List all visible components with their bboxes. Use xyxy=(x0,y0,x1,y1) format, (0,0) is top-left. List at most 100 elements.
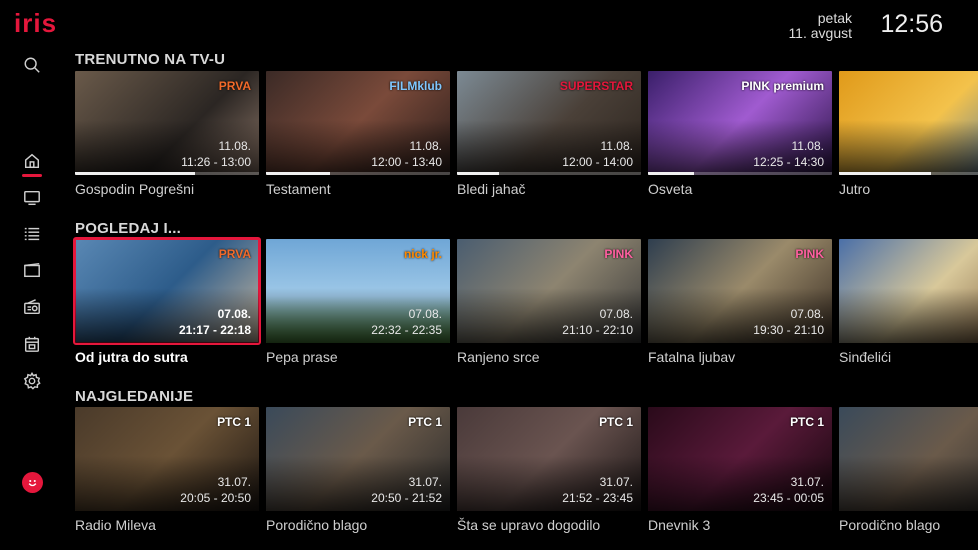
program-thumbnail: РТС 1 31.07. 21:52 - 23:45 xyxy=(457,407,641,511)
clock: 12:56 xyxy=(880,10,943,38)
channel-logo: РТС 1 xyxy=(408,415,442,429)
program-thumbnail: РТС 153 xyxy=(839,407,978,511)
progress-fill xyxy=(648,172,694,175)
program-title: Gospodin Pogrešni xyxy=(75,181,195,197)
program-title: Porodično blago xyxy=(839,517,941,533)
radio-icon[interactable] xyxy=(22,297,42,317)
program-thumbnail: РТС 1 31.07. 20:50 - 21:52 xyxy=(266,407,450,511)
program-card[interactable]: PRVA 07.08. 21:17 - 22:18 Od jutra do sutra xyxy=(73,237,261,365)
program-card[interactable]: РТС 1 31.07. 20:05 - 20:50 Radio Mileva xyxy=(75,407,259,533)
program-title: Šta se upravo dogodilo xyxy=(457,517,601,533)
channel-logo: PINK xyxy=(604,247,633,261)
program-title: Bledi jahač xyxy=(457,181,526,197)
program-thumbnail: РТС 1 31.07. 20:05 - 20:50 xyxy=(75,407,259,511)
program-thumbnail: FILMklub 11.08. 12:00 - 13:40 xyxy=(266,71,450,175)
program-time: 11:26 - 13:00 xyxy=(181,155,251,169)
program-title: Od jutra do sutra xyxy=(75,349,188,365)
progress-fill xyxy=(75,172,195,175)
program-card[interactable]: РТС 1 31.07. 20:50 - 21:52 Porodično blago xyxy=(266,407,450,533)
progress-fill xyxy=(266,172,331,175)
thumbnail-shade xyxy=(839,120,978,175)
program-date: 31.07. xyxy=(599,475,633,489)
program-card[interactable]: PINK premium 11.08. 12:25 - 14:30 Osveta xyxy=(648,71,832,197)
program-thumbnail: PINK12:00 xyxy=(839,71,978,175)
program-title: Sinđelići xyxy=(839,349,892,365)
channel-logo: РТС 1 xyxy=(217,415,251,429)
program-time: 23:45 - 00:05 xyxy=(753,491,824,505)
program-card[interactable]: PINK 07.08. 19:30 - 21:10 Fatalna ljubav xyxy=(648,239,832,365)
row-now-on-tv: PRVA 11.08. 11:26 - 13:00 Gospodin Pogrešni… xyxy=(75,71,978,211)
program-title: Ranjeno srce xyxy=(457,349,540,365)
date-display: petak 11. avgust xyxy=(788,11,852,41)
program-time: 20:05 - 20:50 xyxy=(180,491,251,505)
channel-logo: SUPERSTAR xyxy=(559,79,633,93)
calendar-icon[interactable] xyxy=(22,334,42,354)
program-date: 11.08. xyxy=(791,139,824,153)
program-card[interactable]: SUPERSTAR 11.08. 12:00 - 14:00 Bledi jahač xyxy=(457,71,641,197)
active-nav-indicator xyxy=(22,174,42,177)
program-title: Pepa prase xyxy=(266,349,338,365)
smiley-icon xyxy=(28,479,37,487)
program-thumbnail: PINK 07.08. 19:30 - 21:10 xyxy=(648,239,832,343)
program-card[interactable]: nick jr. 07.08. 22:32 - 22:35 Pepa prase xyxy=(266,239,450,365)
program-title: Testament xyxy=(266,181,331,197)
progress-bar xyxy=(457,172,641,175)
thumbnail-shade xyxy=(839,288,978,343)
progress-bar xyxy=(75,172,259,175)
program-card[interactable]: РТС 1 31.07. 21:52 - 23:45 Šta se upravo do… xyxy=(457,407,641,533)
sidebar xyxy=(0,0,64,550)
program-date: 11.08. xyxy=(409,139,442,153)
program-thumbnail: PINK 07.08. 21:10 - 22:10 xyxy=(457,239,641,343)
program-date: 11.08. xyxy=(600,139,633,153)
gear-icon[interactable] xyxy=(22,371,42,391)
progress-fill xyxy=(457,172,500,175)
search-icon[interactable] xyxy=(22,55,42,75)
channel-logo: PINK xyxy=(795,247,824,261)
program-date: 31.07. xyxy=(217,475,251,489)
program-card[interactable]: FILMklub 11.08. 12:00 - 13:40 Testament xyxy=(266,71,450,197)
tv-icon[interactable] xyxy=(22,188,42,208)
row-title-trenutno: TRENUTNO NA TV-U xyxy=(75,51,226,68)
program-card[interactable]: PINK12:00 Jutro xyxy=(839,71,978,197)
date-label: 11. avgust xyxy=(788,25,852,41)
program-thumbnail: PRVA20:12 xyxy=(839,239,978,343)
progress-fill xyxy=(839,172,931,175)
program-date: 07.08. xyxy=(217,307,251,321)
program-thumbnail: PINK premium 11.08. 12:25 - 14:30 xyxy=(648,71,832,175)
program-card[interactable]: РТС 153 Porodično blago xyxy=(839,407,978,533)
program-time: 19:30 - 21:10 xyxy=(753,323,824,337)
progress-bar xyxy=(839,172,978,175)
program-thumbnail: PRVA 11.08. 11:26 - 13:00 xyxy=(75,71,259,175)
program-card[interactable]: РТС 1 31.07. 23:45 - 00:05 Dnevnik 3 xyxy=(648,407,832,533)
program-title: Radio Mileva xyxy=(75,517,156,533)
program-title: Dnevnik 3 xyxy=(648,517,711,533)
program-time: 22:32 - 22:35 xyxy=(371,323,442,337)
program-time: 12:25 - 14:30 xyxy=(753,155,824,169)
program-time: 12:00 - 14:00 xyxy=(562,155,633,169)
channel-logo: РТС 1 xyxy=(599,415,633,429)
channel-logo: PINK premium xyxy=(741,79,824,93)
channel-logo: РТС 1 xyxy=(790,415,824,429)
row-title-pogledaj: POGLEDAJ I... xyxy=(75,220,181,237)
program-time: 20:50 - 21:52 xyxy=(371,491,442,505)
home-icon[interactable] xyxy=(22,151,42,171)
program-card[interactable]: PRVA20:12 Sinđelići xyxy=(839,239,978,365)
channel-logo: PRVA xyxy=(218,79,251,93)
program-title: Osveta xyxy=(648,181,693,197)
program-date: 31.07. xyxy=(790,475,824,489)
program-date: 07.08. xyxy=(790,307,824,321)
program-thumbnail: РТС 1 31.07. 23:45 - 00:05 xyxy=(648,407,832,511)
program-date: 11.08. xyxy=(218,139,251,153)
program-thumbnail: SUPERSTAR 11.08. 12:00 - 14:00 xyxy=(457,71,641,175)
program-card[interactable]: PINK 07.08. 21:10 - 22:10 Ranjeno srce xyxy=(457,239,641,365)
movie-icon[interactable] xyxy=(22,260,42,280)
row-catch-up: PRVA 07.08. 21:17 - 22:18 Od jutra do sutra… xyxy=(73,237,978,379)
program-card[interactable]: PRVA 11.08. 11:26 - 13:00 Gospodin Pogrešni xyxy=(75,71,259,197)
list-icon[interactable] xyxy=(22,224,42,244)
progress-bar xyxy=(266,172,450,175)
program-time: 21:52 - 23:45 xyxy=(562,491,633,505)
program-time: 21:17 - 22:18 xyxy=(178,323,251,337)
profile-avatar[interactable] xyxy=(22,472,43,493)
row-most-watched: РТС 1 31.07. 20:05 - 20:50 Radio Mileva РТС … xyxy=(75,407,978,547)
thumbnail-shade xyxy=(839,456,978,511)
